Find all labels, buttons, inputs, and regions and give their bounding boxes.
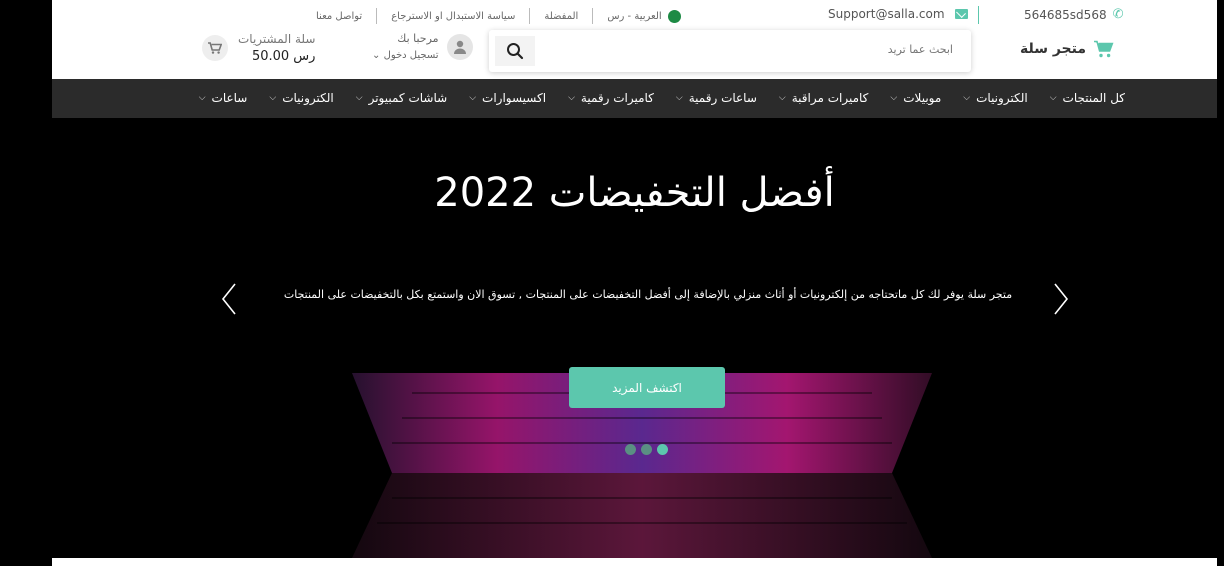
chevron-down-icon: ⌵ [355,93,363,103]
mail-icon [954,9,968,19]
support-phone-text: 564685sd568 [1024,7,1107,22]
nav-item-electronics[interactable]: ⌵ الكترونيات [963,91,1027,105]
nav-menu: ⌵ كل المنتجات ⌵ الكترونيات ⌵ موبيلات ⌵ كامير… [177,91,1125,105]
nav-item-monitors[interactable]: ⌵ شاشات كمبيوتر [356,91,447,105]
user-menu[interactable]: مرحبا بك ⌄ تسجيل دخول [372,32,473,61]
cart-info: سلة المشتريات 50.00 رس [238,32,315,64]
cart-widget[interactable]: سلة المشتريات 50.00 رس [202,32,315,64]
chevron-down-icon: ⌵ [198,93,206,103]
top-bar: تواصل معنا سياسة الاستبدال او الاسترجاع … [52,0,1217,30]
chevron-down-icon: ⌵ [890,93,898,103]
chevron-down-icon: ⌵ [269,93,277,103]
chevron-down-icon: ⌵ [568,93,575,103]
store-logo[interactable]: متجر سلة [1020,40,1114,58]
user-icon [446,33,473,60]
saudi-flag-icon [667,9,681,23]
support-email[interactable]: Support@salla.com [828,7,968,21]
contact-us-link[interactable]: تواصل معنا [302,11,376,22]
nav-item-electronics-2[interactable]: ⌵ الكترونيات [269,91,333,105]
nav-item-label: الكترونيات [976,91,1028,105]
chevron-down-icon: ⌄ [372,50,384,61]
slider-next-arrow[interactable] [1052,282,1070,316]
nav-item-label: شاشات كمبيوتر [368,91,448,105]
search-bar [489,30,971,72]
discover-more-button[interactable]: اكتشف المزيد [569,367,725,408]
support-phone[interactable]: 564685sd568 ✆ [1024,7,1124,22]
chevron-down-icon: ⌵ [675,93,683,103]
login-label: تسجيل دخول [383,50,439,61]
user-info: مرحبا بك ⌄ تسجيل دخول [372,32,439,61]
nav-item-digital-watches[interactable]: ⌵ ساعات رقمية [676,91,757,105]
nav-item-label: اكسيسوارات [482,91,547,105]
chevron-down-icon: ⌵ [778,93,786,103]
wishlist-link[interactable]: المفضلة [530,11,592,22]
nav-item-accessories[interactable]: ⌵ اكسيسوارات [469,91,546,105]
slider-dot[interactable] [625,444,636,455]
nav-item-label: ساعات رقمية [688,91,757,105]
login-link[interactable]: ⌄ تسجيل دخول [372,50,439,61]
hero-title: أفضل التخفيضات 2022 [434,170,835,216]
cart-total: 50.00 رس [251,49,316,64]
nav-item-all-products[interactable]: ⌵ كل المنتجات [1050,91,1125,105]
cart-icon [202,35,228,61]
nav-item-label: كل المنتجات [1062,91,1125,105]
nav-item-label: موبيلات [903,91,942,105]
nav-item-label: ساعات [211,91,248,105]
divider [978,6,979,24]
language-currency-selector[interactable]: العربية - رس [593,9,694,23]
hero-subtitle: متجر سلة يوفر لك كل ماتحتاجه من إلكتروني… [283,288,1013,301]
hero-slider: أفضل التخفيضات 2022 متجر سلة يوفر لك كل … [52,118,1217,558]
return-policy-link[interactable]: سياسة الاستبدال او الاسترجاع [377,11,529,22]
support-email-text: Support@salla.com [828,7,945,21]
greeting-text: مرحبا بك [397,32,439,45]
slider-dots [625,444,668,455]
slider-dot-active[interactable] [657,444,668,455]
nav-item-label: الكترونيات [282,91,334,105]
cart-label: سلة المشتريات [238,32,316,46]
language-currency-label: العربية - رس [607,10,662,22]
chevron-down-icon: ⌵ [1049,93,1057,103]
nav-item-mobiles[interactable]: ⌵ موبيلات [890,91,941,105]
main-navigation: ⌵ كل المنتجات ⌵ الكترونيات ⌵ موبيلات ⌵ كامير… [52,79,1217,118]
nav-item-watches[interactable]: ⌵ ساعات [199,91,248,105]
store-name: متجر سلة [1020,41,1087,57]
search-input[interactable] [573,43,953,56]
nav-item-digital-cameras[interactable]: ⌵ كاميرات رقمية [568,91,654,105]
search-button[interactable] [495,36,535,66]
nav-item-label: كاميرات رقمية [580,91,654,105]
top-links: تواصل معنا سياسة الاستبدال او الاسترجاع … [302,8,695,24]
store-page: تواصل معنا سياسة الاستبدال او الاسترجاع … [52,0,1217,566]
slider-dot[interactable] [641,444,652,455]
cart-logo-icon [1094,40,1114,58]
chevron-down-icon: ⌵ [963,93,971,103]
nav-item-label: كاميرات مراقبة [791,91,869,105]
whatsapp-icon: ✆ [1112,7,1124,22]
nav-item-security-cameras[interactable]: ⌵ كاميرات مراقبة [779,91,869,105]
search-icon [507,43,524,60]
header: سلة المشتريات 50.00 رس مرحبا بك ⌄ تسجيل … [52,30,1217,78]
chevron-down-icon: ⌵ [469,93,477,103]
